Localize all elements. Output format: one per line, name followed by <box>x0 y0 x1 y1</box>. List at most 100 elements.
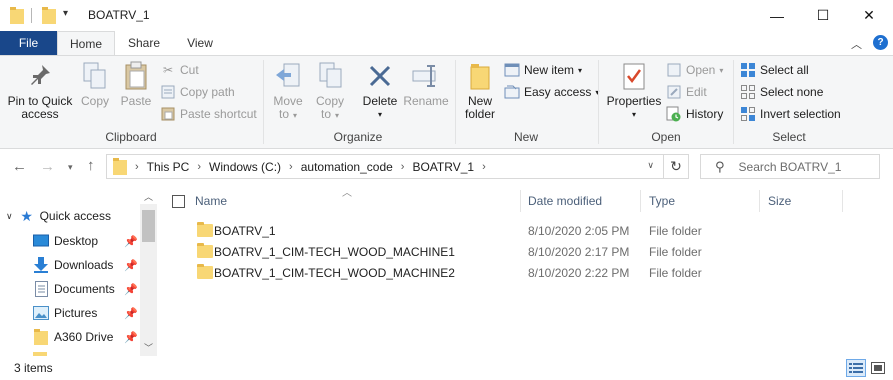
caret-down-icon: ▾ <box>578 65 583 75</box>
easy-access-button[interactable]: Easy access ▾ <box>504 82 599 102</box>
chevron-right-icon[interactable]: › <box>197 161 201 173</box>
tab-file[interactable]: File <box>0 31 57 55</box>
new-folder-button[interactable]: New folder <box>460 60 500 121</box>
copy-path-icon <box>160 84 176 100</box>
tab-home[interactable]: Home <box>57 31 115 55</box>
sidebar-item-quick-access[interactable]: ∨ ★ Quick access <box>0 204 140 228</box>
open-button[interactable]: Open ▾ <box>666 60 723 80</box>
tab-share[interactable]: Share <box>117 31 171 55</box>
cut-button[interactable]: ✂ Cut <box>160 60 199 80</box>
file-name: BOATRV_1_CIM-TECH_WOOD_MACHINE1 <box>214 245 455 259</box>
edit-button[interactable]: Edit <box>666 82 707 102</box>
address-dropdown-icon[interactable]: ∨ <box>647 160 654 171</box>
breadcrumb-automation-code[interactable]: automation_code <box>301 160 393 174</box>
address-bar[interactable]: › This PC › Windows (C:) › automation_co… <box>106 154 689 179</box>
paste-button[interactable]: Paste <box>116 60 156 108</box>
history-button[interactable]: History <box>666 104 723 124</box>
sidebar-item-pictures[interactable]: Pictures <box>0 301 140 325</box>
column-divider[interactable] <box>842 190 843 212</box>
ribbon-tabs: File Home Share View ︿ ? <box>0 31 893 55</box>
clipboard-group: Pin to Quick access Copy Paste ✂ Cut Cop… <box>0 56 262 148</box>
window-title: BOATRV_1 <box>88 8 150 22</box>
paste-shortcut-button[interactable]: Paste shortcut <box>160 104 257 124</box>
breadcrumb-boatrv-1[interactable]: BOATRV_1 <box>412 160 474 174</box>
minimize-button[interactable]: — <box>754 0 800 31</box>
sidebar-item-downloads[interactable]: Downloads <box>0 253 140 277</box>
sidebar-item-documents[interactable]: Documents <box>0 277 140 301</box>
column-header-size[interactable]: Size <box>768 188 791 213</box>
scroll-down-icon[interactable]: ﹀ <box>140 341 157 354</box>
edit-label: Edit <box>686 85 707 99</box>
sidebar-item-label: Desktop <box>54 234 99 248</box>
navigation-bar: ← → ▾ ↑ › This PC › Windows (C:) › autom… <box>0 149 893 184</box>
star-icon: ★ <box>20 207 33 224</box>
scrollbar-thumb[interactable] <box>142 210 155 242</box>
chevron-right-icon[interactable]: › <box>401 161 405 173</box>
copy-button[interactable]: Copy <box>76 60 114 108</box>
column-header-date-modified[interactable]: Date modified <box>528 188 602 213</box>
column-header-type[interactable]: Type <box>649 188 675 213</box>
new-item-button[interactable]: New item ▾ <box>504 60 582 80</box>
breadcrumb-windows-c[interactable]: Windows (C:) <box>209 160 281 174</box>
folder-icon <box>197 264 213 282</box>
new-folder-label-line2: folder <box>464 107 496 121</box>
column-divider[interactable] <box>640 190 641 212</box>
table-row[interactable]: BOATRV_1_CIM-TECH_WOOD_MACHINE2 8/10/202… <box>195 262 855 283</box>
copy-path-button[interactable]: Copy path <box>160 82 235 102</box>
maximize-button[interactable]: ☐ <box>800 0 846 31</box>
select-all-checkbox[interactable] <box>172 195 185 208</box>
invert-selection-button[interactable]: Invert selection <box>740 104 841 124</box>
chevron-down-icon[interactable]: ∨ <box>6 211 13 222</box>
back-arrow-icon[interactable]: ← <box>12 158 27 175</box>
recent-locations-chevron-icon[interactable]: ▾ <box>68 162 73 173</box>
up-arrow-icon[interactable]: ↑ <box>87 157 95 174</box>
collapse-ribbon-icon[interactable]: ︿ <box>851 36 862 52</box>
column-divider[interactable] <box>520 190 521 212</box>
file-date: 8/10/2020 2:05 PM <box>528 224 630 238</box>
move-to-icon <box>272 60 304 92</box>
help-icon[interactable]: ? <box>873 35 888 50</box>
rename-button[interactable]: Rename <box>403 60 449 108</box>
chevron-right-icon[interactable]: › <box>289 161 293 173</box>
column-header-name[interactable]: Name <box>195 188 227 213</box>
sidebar-item-a360-drive[interactable]: A360 Drive <box>0 325 140 349</box>
tab-view[interactable]: View <box>173 31 227 55</box>
move-to-button[interactable]: Move to ▾ <box>268 60 308 122</box>
new-folder-icon <box>464 60 496 92</box>
details-view-button[interactable] <box>846 359 866 377</box>
new-folder-quick-icon[interactable] <box>42 7 56 24</box>
chevron-right-icon[interactable]: › <box>482 161 486 173</box>
maximize-icon: ☐ <box>816 7 830 23</box>
open-group: Properties ▾ Open ▾ Edit History Open <box>600 56 732 148</box>
search-input[interactable]: ⚲ Search BOATRV_1 <box>700 154 880 179</box>
delete-button[interactable]: Delete ▾ <box>360 60 400 121</box>
table-row[interactable]: BOATRV_1 8/10/2020 2:05 PM File folder <box>195 220 855 241</box>
divider <box>31 8 32 23</box>
nav-pane-scrollbar[interactable]: ︿ ﹀ <box>140 192 157 356</box>
chevron-right-icon[interactable]: › <box>135 161 139 173</box>
breadcrumb-this-pc[interactable]: This PC <box>147 160 190 174</box>
sidebar-item-label: Documents <box>54 282 115 296</box>
refresh-icon[interactable]: ↻ <box>663 155 688 178</box>
forward-arrow-icon[interactable]: → <box>40 158 55 175</box>
delete-label: Delete <box>362 94 398 108</box>
new-item-label: New item <box>524 63 575 77</box>
copy-to-button[interactable]: Copy to ▾ <box>310 60 350 122</box>
select-none-button[interactable]: Select none <box>740 82 823 102</box>
sidebar-item-desktop[interactable]: Desktop <box>0 229 140 253</box>
paste-shortcut-label: Paste shortcut <box>180 107 257 121</box>
scroll-up-icon[interactable]: ︿ <box>140 190 157 203</box>
column-divider[interactable] <box>759 190 760 212</box>
file-list: ︿ Name Date modified Type Size BOATRV_1 … <box>162 184 893 356</box>
pin-to-quick-access-button[interactable]: Pin to Quick access <box>4 60 76 121</box>
table-row[interactable]: BOATRV_1_CIM-TECH_WOOD_MACHINE1 8/10/202… <box>195 241 855 262</box>
large-icons-view-button[interactable] <box>868 359 888 377</box>
select-all-button[interactable]: Select all <box>740 60 809 80</box>
close-button[interactable]: ✕ <box>846 0 892 31</box>
customize-quick-access-icon[interactable]: ▾ <box>63 8 68 19</box>
properties-button[interactable]: Properties ▾ <box>604 60 664 121</box>
paste-label: Paste <box>120 94 152 108</box>
easy-access-icon <box>504 84 520 100</box>
title-bar: ▾ BOATRV_1 — ☐ ✕ <box>0 0 893 31</box>
select-group: Select all Select none Invert selection … <box>734 56 844 148</box>
